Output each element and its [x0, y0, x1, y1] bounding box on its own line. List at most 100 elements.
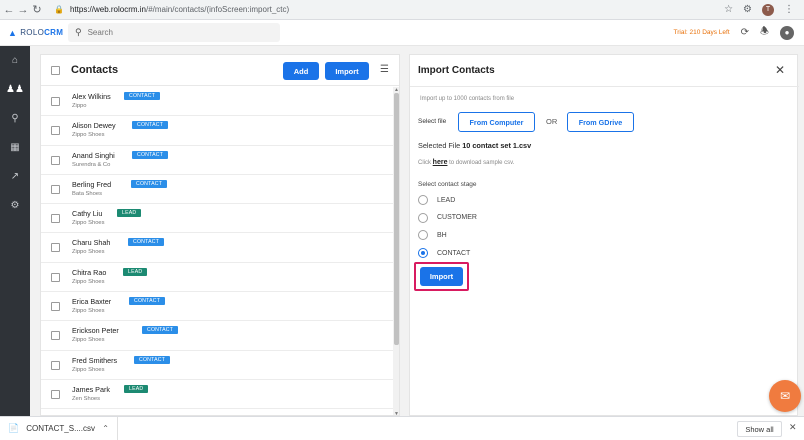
sidebar-item-settings[interactable]: ⚙	[0, 191, 30, 220]
download-item[interactable]: 📄 CONTACT_S....csv ⌃	[8, 416, 118, 440]
back-icon[interactable]: ←	[2, 4, 16, 16]
from-computer-button[interactable]: From Computer	[458, 112, 535, 132]
contact-name[interactable]: Cathy Liu	[72, 209, 102, 218]
contacts-title: Contacts	[71, 64, 119, 76]
row-checkbox[interactable]	[51, 155, 60, 165]
url-path: /#/main/contacts/(infoScreen:import_ctc)	[146, 5, 290, 14]
download-prefix: Click	[418, 160, 431, 166]
table-row[interactable]: Erica Baxter CONTACT Zippo Shoes	[41, 292, 393, 322]
table-row[interactable]: Fred Smithers CONTACT Zippo Shoes	[41, 351, 393, 380]
row-checkbox[interactable]	[51, 331, 60, 341]
selected-file-name: 10 contact set 1.csv	[462, 141, 532, 150]
extension-icon[interactable]: ⚙	[743, 4, 752, 15]
stage-badge: LEAD	[123, 267, 148, 276]
chat-button[interactable]: ✉	[769, 380, 801, 412]
sidebar-item-home[interactable]: ⌂	[0, 46, 30, 75]
contact-name[interactable]: Berling Fred	[72, 180, 111, 189]
import-hint: Import up to 1000 contacts from file	[420, 96, 515, 102]
show-all-button[interactable]: Show all	[737, 421, 782, 437]
stage-option-contact[interactable]: CONTACT	[418, 247, 470, 259]
radio-label: BH	[437, 231, 447, 239]
radio-label: CONTACT	[437, 249, 471, 257]
profile-avatar[interactable]: T	[762, 3, 774, 16]
sync-icon[interactable]: ⟳	[741, 27, 749, 38]
stage-badge: LEAD	[117, 209, 142, 218]
contact-name[interactable]: Alison Dewey	[72, 121, 116, 130]
row-checkbox[interactable]	[51, 272, 60, 282]
sidebar-item-calendar[interactable]: ▦	[0, 133, 30, 162]
import-button[interactable]: Import	[325, 62, 369, 80]
table-row[interactable]: Cathy Liu LEAD Zippo Shoes	[41, 204, 393, 234]
table-row[interactable]: Chitra Rao LEAD Zippo Shoes	[41, 263, 393, 293]
radio-button[interactable]	[418, 230, 428, 241]
row-checkbox[interactable]	[51, 97, 60, 106]
contact-name[interactable]: Alex Wilkins	[72, 92, 111, 101]
download-sample-link[interactable]: here	[433, 159, 448, 166]
stage-badge: CONTACT	[124, 92, 161, 100]
contact-name[interactable]: Fred Smithers	[72, 356, 117, 365]
bell-icon[interactable]: 🕭	[760, 24, 769, 41]
divider	[410, 86, 799, 87]
search-box[interactable]: ⚲	[68, 23, 280, 42]
table-row[interactable]: Charu Shah CONTACT Zippo Shoes	[41, 233, 393, 263]
import-submit-button[interactable]: Import	[420, 267, 463, 286]
sidebar-item-map[interactable]: ⚲	[0, 104, 30, 133]
row-checkbox[interactable]	[51, 243, 60, 253]
radio-button[interactable]	[418, 248, 428, 259]
stage-option-customer[interactable]: CUSTOMER	[418, 212, 477, 224]
contact-company: Bata Shoes	[72, 190, 102, 197]
row-checkbox[interactable]	[51, 302, 60, 312]
contact-name[interactable]: Erickson Peter	[72, 326, 119, 335]
table-row[interactable]: Erickson Peter CONTACT Zippo Shoes	[41, 321, 393, 351]
sidebar-item-reports[interactable]: ↗	[0, 162, 30, 191]
file-icon: 📄	[8, 423, 20, 433]
contact-name[interactable]: Anand Singhi	[72, 151, 115, 160]
chevron-up-icon[interactable]: ⌃	[102, 424, 109, 433]
contact-name[interactable]: Chitra Rao	[72, 268, 106, 277]
add-button[interactable]: Add	[283, 62, 319, 80]
contacts-scrollbar[interactable]: ▲ ▼	[393, 87, 399, 415]
address-bar[interactable]: https://web.rolocrm.in/#/main/contacts/(…	[70, 5, 289, 14]
table-row[interactable]: Berling Fred CONTACT Bata Shoes	[41, 175, 393, 205]
close-download-bar-icon[interactable]: ✕	[789, 422, 797, 433]
search-input[interactable]	[87, 28, 258, 37]
from-gdrive-button[interactable]: From GDrive	[567, 112, 634, 132]
table-row[interactable]: Anand Singhi CONTACT Surendra & Co	[41, 146, 393, 175]
sidebar-item-contacts[interactable]: ♟♟	[0, 75, 30, 104]
row-checkbox[interactable]	[51, 126, 60, 136]
row-checkbox[interactable]	[51, 214, 60, 224]
table-row[interactable]: James Park LEAD Zen Shoes	[41, 380, 393, 410]
row-checkbox[interactable]	[51, 389, 60, 399]
logo-mark-icon: ▲	[8, 27, 18, 38]
close-icon[interactable]: ✕	[775, 63, 785, 77]
stage-option-bh[interactable]: BH	[418, 229, 447, 241]
user-avatar[interactable]: ●	[780, 25, 794, 40]
stage-option-lead[interactable]: LEAD	[418, 194, 455, 206]
home-icon: ⌂	[11, 55, 19, 66]
stage-badge: CONTACT	[131, 179, 168, 188]
radio-button[interactable]	[418, 195, 428, 205]
url-host: https://web.rolocrm.in	[69, 5, 146, 14]
forward-icon[interactable]: →	[16, 4, 30, 16]
filter-icon[interactable]: ☰	[380, 64, 389, 75]
menu-icon[interactable]: ⋮	[784, 4, 794, 15]
download-sample: Click here to download sample csv.	[418, 159, 514, 166]
radio-button[interactable]	[418, 212, 428, 223]
table-row[interactable]: Alison Dewey CONTACT Zippo Shoes	[41, 116, 393, 146]
contact-company: Zippo Shoes	[72, 278, 105, 285]
contact-name[interactable]: Charu Shah	[72, 238, 110, 247]
row-checkbox[interactable]	[51, 360, 60, 370]
table-row[interactable]: Alex Wilkins CONTACT Zippo	[41, 87, 393, 117]
contacts-panel: Contacts Add Import ☰ Alex Wilkins CONTAC…	[40, 54, 400, 416]
contact-name[interactable]: James Park	[72, 385, 110, 394]
contact-name[interactable]: Erica Baxter	[72, 297, 111, 306]
select-all-checkbox[interactable]	[51, 66, 60, 75]
logo-text-crm: CRM	[44, 28, 64, 37]
reload-icon[interactable]: ↻	[30, 3, 44, 16]
scroll-thumb[interactable]	[394, 93, 399, 345]
app-header: ▲ ROLOCRM ⚲ Trial: 210 Days Left ⟳ 🕭 ●	[0, 20, 804, 46]
row-checkbox[interactable]	[51, 184, 60, 194]
star-icon[interactable]: ☆	[724, 4, 733, 15]
contact-company: Zippo Shoes	[72, 337, 105, 344]
logo[interactable]: ▲ ROLO CRM	[8, 28, 63, 38]
